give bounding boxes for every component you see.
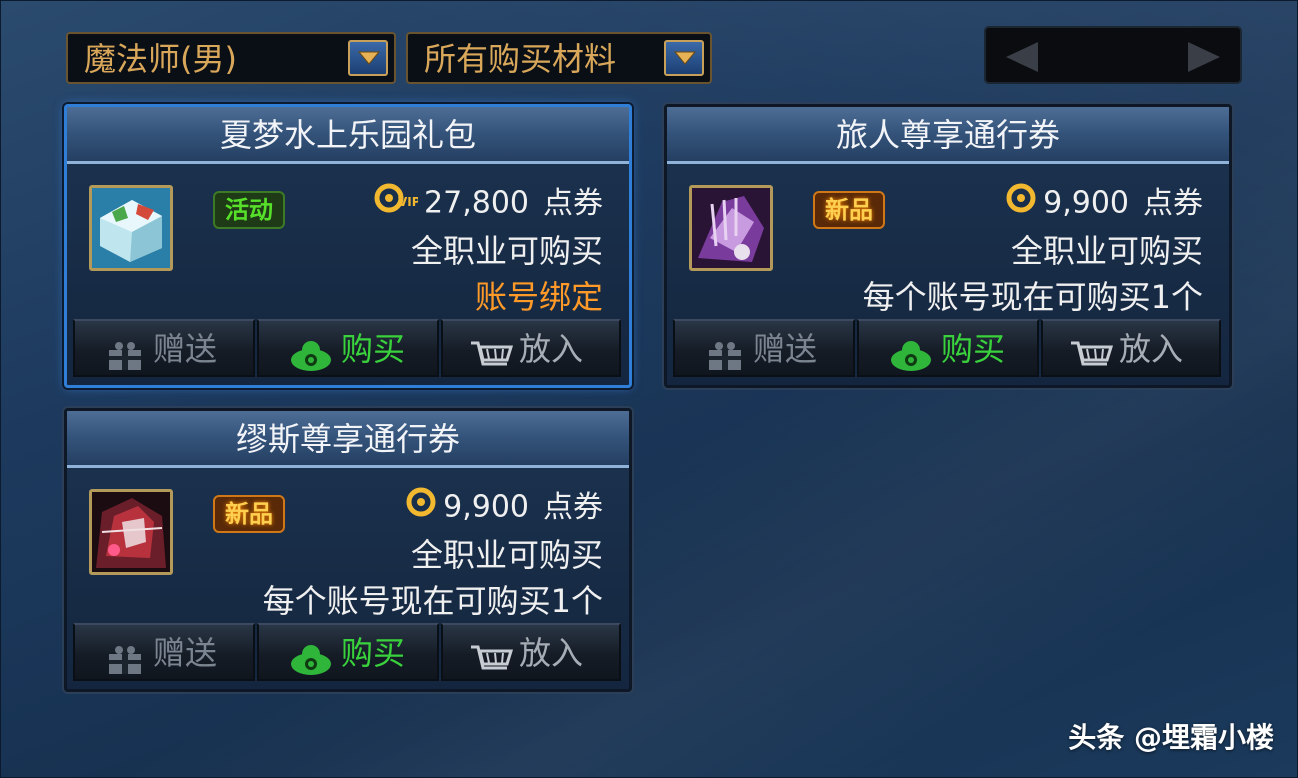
card-title-bar: 缪斯尊享通行券	[67, 411, 629, 468]
add-to-cart-button[interactable]: 放入	[441, 623, 621, 681]
gift-label: 赠送	[753, 330, 818, 368]
job-restriction: 全职业可购买	[410, 536, 603, 574]
prev-page-icon[interactable]	[1002, 40, 1042, 74]
price-unit: 点券	[543, 489, 603, 525]
product-thumbnail[interactable]	[689, 185, 773, 271]
card-title-bar: 夏梦水上乐园礼包	[67, 107, 629, 164]
activity-badge: 活动	[213, 191, 285, 229]
buy-button[interactable]: 购买	[257, 319, 439, 377]
account-bind-note: 账号绑定	[474, 278, 603, 316]
cart-label: 放入	[519, 330, 584, 368]
card-actions: 赠送 购买 放入	[73, 319, 623, 379]
price-unit: 点券	[543, 185, 603, 221]
price-amount: 9,900	[1043, 185, 1129, 221]
gift-icon	[107, 334, 143, 388]
cart-icon	[1069, 334, 1114, 388]
new-badge: 新品	[813, 191, 885, 229]
next-page-icon[interactable]	[1184, 40, 1224, 74]
coupon-icon	[1005, 182, 1037, 226]
add-to-cart-button[interactable]: 放入	[441, 319, 621, 377]
price-amount: 9,900	[443, 489, 529, 525]
svg-text:VIP: VIP	[398, 195, 418, 209]
product-title: 旅人尊享通行券	[835, 116, 1060, 154]
gift-icon	[707, 334, 743, 388]
job-restriction: 全职业可购买	[1010, 232, 1203, 270]
buy-label: 购买	[341, 634, 406, 672]
card-actions: 赠送 购买 放入	[73, 623, 623, 683]
gift-label: 赠送	[153, 330, 218, 368]
gift-label: 赠送	[153, 634, 218, 672]
material-dropdown-value: 所有购买材料	[424, 40, 617, 78]
material-dropdown[interactable]: 所有购买材料	[406, 32, 712, 84]
price-row: 9,900 点券	[405, 485, 603, 529]
coin-bag-icon	[289, 638, 333, 692]
product-title: 缪斯尊享通行券	[235, 420, 460, 458]
purchase-limit: 每个账号现在可购买1个	[262, 582, 603, 620]
product-thumbnail[interactable]	[89, 489, 173, 575]
price-amount: 27,800	[424, 185, 529, 221]
chevron-down-icon[interactable]	[664, 40, 704, 76]
buy-button[interactable]: 购买	[257, 623, 439, 681]
card-actions: 赠送 购买 放入	[673, 319, 1223, 379]
cart-icon	[469, 638, 514, 692]
watermark: 头条 @埋霜小楼	[1068, 721, 1274, 754]
buy-button[interactable]: 购买	[857, 319, 1039, 377]
gift-button[interactable]: 赠送	[73, 319, 255, 377]
gift-icon	[107, 638, 143, 692]
product-card[interactable]: 缪斯尊享通行券 新品 9,900 点券 全职业可购买 每个账号现在可购买1个 赠送	[64, 408, 632, 692]
product-card[interactable]: 夏梦水上乐园礼包 活动 VIP 27,800 点券 全职业可购买 账号绑定 赠送	[64, 104, 632, 388]
job-restriction: 全职业可购买	[410, 232, 603, 270]
gift-button[interactable]: 赠送	[73, 623, 255, 681]
cart-label: 放入	[1119, 330, 1184, 368]
class-dropdown-value: 魔法师(男)	[84, 40, 237, 78]
coupon-icon	[405, 486, 437, 530]
page-navigator	[984, 26, 1242, 84]
buy-label: 购买	[941, 330, 1006, 368]
purchase-limit: 每个账号现在可购买1个	[862, 278, 1203, 316]
coin-bag-icon	[289, 334, 333, 388]
buy-label: 购买	[341, 330, 406, 368]
cart-icon	[469, 334, 514, 388]
price-row: 9,900 点券	[1005, 181, 1203, 225]
product-title: 夏梦水上乐园礼包	[219, 116, 476, 154]
cart-label: 放入	[519, 634, 584, 672]
price-row: VIP 27,800 点券	[374, 181, 603, 225]
price-unit: 点券	[1143, 185, 1203, 221]
add-to-cart-button[interactable]: 放入	[1041, 319, 1221, 377]
product-thumbnail[interactable]	[89, 185, 173, 271]
chevron-down-icon[interactable]	[348, 40, 388, 76]
vip-coupon-icon: VIP	[374, 182, 421, 226]
card-title-bar: 旅人尊享通行券	[667, 107, 1229, 164]
gift-button[interactable]: 赠送	[673, 319, 855, 377]
product-card[interactable]: 旅人尊享通行券 新品 9,900 点券 全职业可购买 每个账号现在可购买1个 赠送	[664, 104, 1232, 388]
coin-bag-icon	[889, 334, 933, 388]
new-badge: 新品	[213, 495, 285, 533]
class-dropdown[interactable]: 魔法师(男)	[66, 32, 396, 84]
